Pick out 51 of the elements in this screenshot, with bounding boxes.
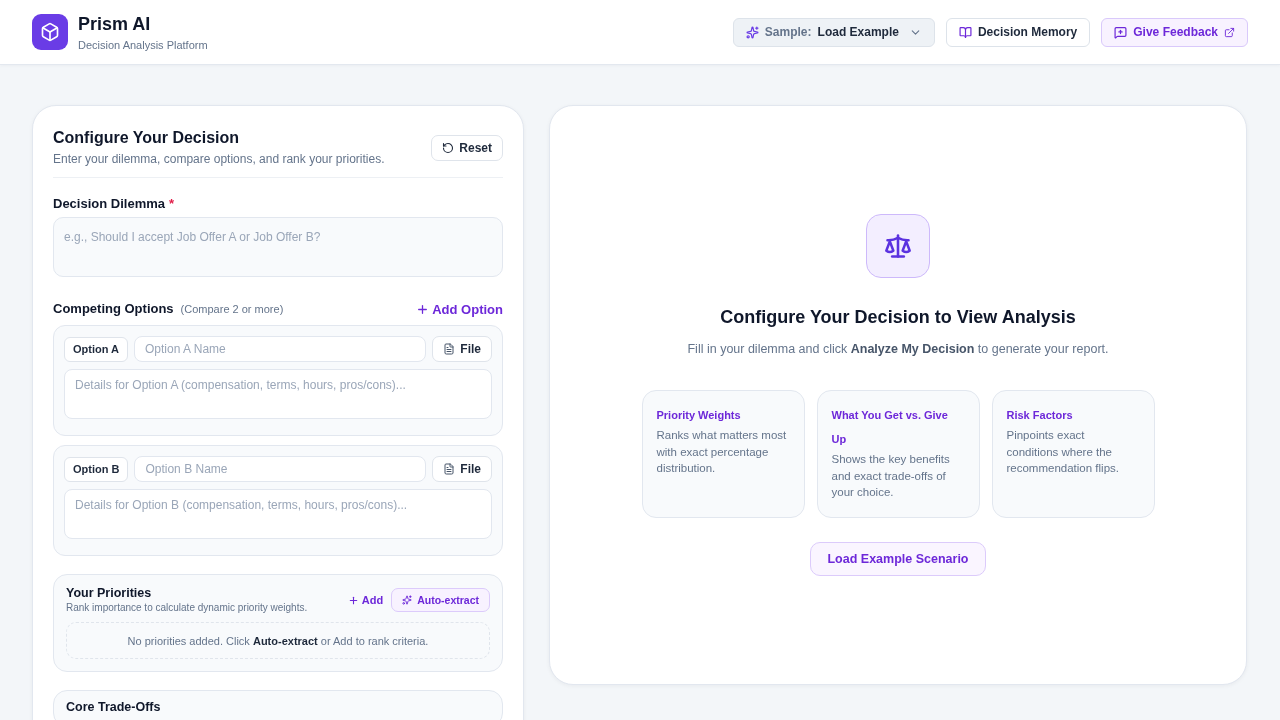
option-name-input[interactable]: Option B Name — [134, 456, 427, 482]
sample-label: Sample: — [764, 25, 812, 39]
auto-extract-button[interactable]: Auto-extract — [391, 588, 490, 612]
feature-description: Shows the key benefits and exact trade-offs of your choice. — [831, 452, 951, 500]
sparkles-icon — [402, 595, 413, 605]
option-label: Option A — [64, 336, 129, 362]
message-plus-icon — [1114, 25, 1128, 39]
feature-description: Pinpoints exact conditions where the recommendation flips. — [1006, 428, 1120, 476]
feature-title: Priority Weights — [656, 408, 741, 423]
sparkles-icon — [745, 25, 759, 39]
empty-priorities-message: No priorities added. Click Auto-extract or Add to rank criteria. — [66, 622, 490, 659]
empty-state-subtitle: Fill in your dilemma and click Analyze My Decision to generate your report. — [687, 341, 1109, 358]
app-subtitle: Decision Analysis Platform — [78, 37, 208, 52]
section-description: Rank importance to calculate dynamic priority weights. — [66, 601, 308, 614]
sample-dropdown[interactable]: Sample: Load Example — [732, 17, 935, 47]
scale-icon — [866, 214, 930, 278]
reset-button[interactable]: Reset — [431, 134, 503, 161]
give-feedback-button[interactable]: Give Feedback — [1101, 17, 1248, 47]
panel-subtitle: Enter your dilemma, compare options, and rank your priorities. — [53, 151, 385, 167]
section-title: Your Priorities — [66, 586, 153, 600]
required-mark: * — [169, 196, 175, 212]
field-label: Decision Dilemma — [53, 196, 165, 212]
file-button[interactable]: File — [432, 456, 492, 482]
option-details-input[interactable]: Details for Option A (compensation, terms, hours, pros/cons)... — [64, 369, 492, 419]
feature-title: What You Get vs. Give Up — [831, 408, 949, 447]
section-title: Core Trade-Offs — [66, 700, 161, 714]
section-hint: (Compare 2 or more) — [180, 303, 284, 315]
empty-state-title: Configure Your Decision to View Analysis — [720, 306, 1076, 328]
add-priority-button[interactable]: Add — [347, 594, 384, 606]
add-option-button[interactable]: Add Option — [416, 301, 503, 317]
option-name-input[interactable]: Option A Name — [134, 336, 427, 362]
cube-logo-icon — [32, 14, 68, 50]
panel-title: Configure Your Decision — [53, 128, 241, 148]
file-button[interactable]: File — [432, 336, 492, 362]
decision-memory-button[interactable]: Decision Memory — [945, 17, 1091, 47]
reset-icon — [442, 141, 455, 154]
plus-icon — [416, 302, 430, 316]
app-title: Prism AI — [78, 12, 152, 35]
file-icon — [443, 463, 456, 475]
plus-icon — [347, 594, 359, 606]
option-details-input[interactable]: Details for Option B (compensation, terms, hours, pros/cons)... — [64, 489, 492, 539]
feature-title: Risk Factors — [1006, 408, 1073, 423]
file-icon — [443, 343, 456, 355]
load-example-button[interactable]: Load Example Scenario — [810, 542, 986, 576]
external-link-icon — [1224, 26, 1235, 38]
feature-description: Ranks what matters most with exact percentage distribution. — [656, 428, 788, 476]
option-label: Option B — [64, 456, 129, 482]
section-title: Competing Options — [53, 301, 174, 317]
dilemma-input[interactable]: e.g., Should I accept Job Offer A or Job Offer B? — [53, 217, 503, 277]
book-icon — [958, 25, 972, 39]
sample-value: Load Example — [817, 25, 899, 39]
